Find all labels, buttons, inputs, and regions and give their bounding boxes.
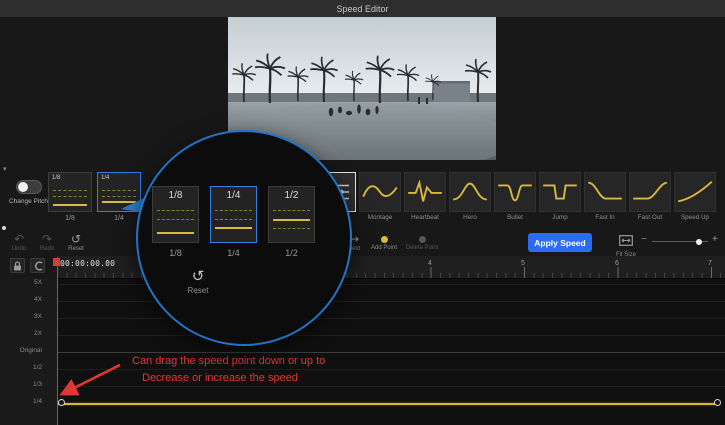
magnified-reset-label: Reset [168, 286, 228, 295]
speed-row-label: 3X [0, 313, 42, 320]
speed-row-label: 4X [0, 296, 42, 303]
zoom-out-icon[interactable]: − [641, 234, 647, 245]
speed-up-curve-icon [676, 178, 714, 206]
speed-row-label: 1/3 [0, 381, 42, 388]
ruler-number: 7 [708, 260, 712, 267]
speed-row-label: 5X [0, 279, 42, 286]
preset-label: Fast In [584, 214, 626, 221]
annotation-arrow-icon [48, 356, 132, 404]
zoom-slider[interactable] [652, 241, 708, 242]
speed-row-label: Original [0, 347, 42, 354]
delete-point-icon [419, 236, 426, 243]
speed-editor-window: Speed Editor [0, 0, 725, 425]
background-building [434, 81, 470, 102]
magnified-preset-label: 1/8 [152, 248, 199, 258]
lock-icon [13, 261, 22, 271]
titlebar: Speed Editor [0, 0, 725, 17]
lock-track-button[interactable] [10, 258, 25, 273]
preset-label: Fast Out [629, 214, 671, 221]
fast-out-curve-icon [631, 178, 669, 206]
toggle-knob-icon [18, 182, 28, 192]
timecode: 00:00:00.00 [60, 259, 115, 268]
magnified-preset-one-eighth[interactable]: 1/8 [152, 186, 199, 243]
add-point-icon [381, 236, 388, 243]
snap-button[interactable] [30, 258, 45, 273]
preset-bullet[interactable]: Bullet [494, 172, 536, 221]
magnified-preset-label: 1/2 [268, 248, 315, 258]
heartbeat-curve-icon [406, 178, 444, 206]
zoom-in-icon[interactable]: + [712, 234, 718, 245]
delete-point-button[interactable]: Delete Point [402, 233, 442, 251]
speed-point-end[interactable] [714, 399, 721, 406]
preset-heartbeat[interactable]: Heartbeat [404, 172, 446, 221]
hero-curve-icon [451, 178, 489, 206]
fast-in-curve-icon [586, 178, 624, 206]
window-title: Speed Editor [336, 4, 388, 14]
preset-montage[interactable]: Montage [359, 172, 401, 221]
montage-curve-icon [361, 178, 399, 206]
preset-label: Hero [449, 214, 491, 221]
speed-row-label: 2X [0, 330, 42, 337]
preset-label: Speed Up [674, 214, 716, 221]
preset-one-eighth[interactable]: 1/8 1/8 [48, 172, 92, 222]
preset-fast-out[interactable]: Fast Out [629, 172, 671, 221]
tile-speed-label: 1/8 [52, 175, 60, 181]
preset-label: Montage [359, 214, 401, 221]
reset-icon: ↺ [64, 233, 88, 245]
preset-hero[interactable]: Hero [449, 172, 491, 221]
change-pitch-toggle[interactable] [16, 180, 42, 194]
magnified-preset-label: 1/4 [210, 248, 257, 258]
preset-label: Jump [539, 214, 581, 221]
magnified-preset-one-quarter[interactable]: 1/4 [210, 186, 257, 243]
redo-button[interactable]: ↷ Redo [36, 233, 58, 252]
speed-curve-line[interactable] [58, 403, 720, 405]
fit-size-button[interactable]: Fit Size [612, 233, 640, 258]
speed-row-label: 1/4 [0, 398, 42, 405]
magnified-preset-one-half[interactable]: 1/2 [268, 186, 315, 243]
magnified-reset-icon[interactable]: ↺ [168, 268, 228, 284]
preset-label: Heartbeat [404, 214, 446, 221]
redo-icon: ↷ [36, 233, 58, 245]
preset-speed-up[interactable]: Speed Up [674, 172, 716, 221]
undo-button[interactable]: ↶ Undo [8, 233, 30, 252]
apply-speed-button[interactable]: Apply Speed [528, 233, 592, 252]
original-speed-line [57, 352, 725, 353]
annotation-line1: Can drag the speed point down or up to [132, 355, 325, 367]
preset-fast-in[interactable]: Fast In [584, 172, 626, 221]
reset-button[interactable]: ↺ Reset [64, 233, 88, 252]
magnifier-circle: 1/8 1/4 1/2 1/8 1/4 1/2 ↺ Reset [136, 130, 352, 346]
preset-label: Bullet [494, 214, 536, 221]
speed-row-label: 1/2 [0, 364, 42, 371]
preset-jump[interactable]: Jump [539, 172, 581, 221]
jump-curve-icon [541, 178, 579, 206]
zoom-slider-knob[interactable] [696, 239, 702, 245]
ruler-number: 6 [615, 260, 619, 267]
preset-scroll-dot-icon [2, 226, 6, 230]
preset-label: 1/4 [97, 215, 141, 222]
add-point-button[interactable]: Add Point [368, 233, 400, 251]
collapse-arrow-icon[interactable]: ▾ [3, 166, 7, 173]
ruler-number: 5 [521, 260, 525, 267]
preset-row: Custom Montage Heartbeat [314, 172, 716, 221]
ruler-number: 4 [428, 260, 432, 267]
preset-label: 1/8 [48, 215, 92, 222]
bullet-curve-icon [496, 178, 534, 206]
magnet-icon [33, 261, 43, 271]
fit-size-icon [619, 235, 633, 246]
tile-speed-label: 1/4 [101, 175, 109, 181]
undo-icon: ↶ [8, 233, 30, 245]
annotation-line2: Decrease or increase the speed [142, 372, 298, 384]
